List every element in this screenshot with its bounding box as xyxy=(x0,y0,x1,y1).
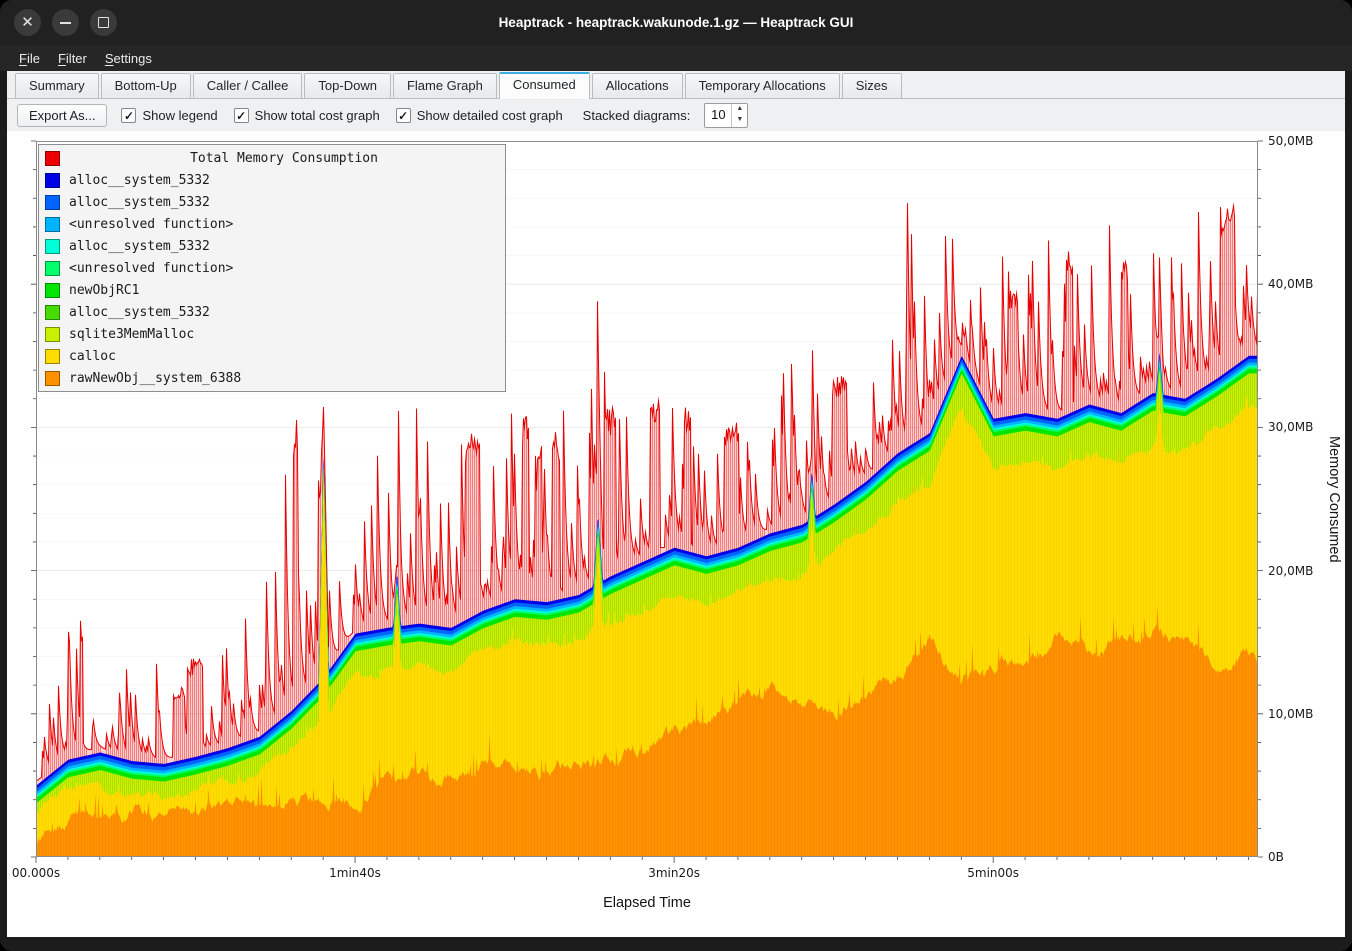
tab-bar: SummaryBottom-UpCaller / CalleeTop-DownF… xyxy=(7,71,1345,99)
tab-temporary-allocations[interactable]: Temporary Allocations xyxy=(685,73,840,98)
checkmark-icon: ✓ xyxy=(121,108,136,123)
chart-legend: Total Memory Consumption alloc__system_53… xyxy=(38,144,506,392)
close-icon: ✕ xyxy=(21,15,34,30)
legend-entry: alloc__system_5332 xyxy=(39,235,505,257)
checkmark-icon: ✓ xyxy=(234,108,249,123)
checkbox-show-legend[interactable]: ✓ Show legend xyxy=(121,108,217,123)
window-controls: ✕ xyxy=(0,9,117,36)
checkbox-label: Show detailed cost graph xyxy=(417,108,563,123)
checkbox-show-total-cost-graph[interactable]: ✓ Show total cost graph xyxy=(234,108,380,123)
legend-label: alloc__system_5332 xyxy=(69,305,210,320)
tab-allocations[interactable]: Allocations xyxy=(592,73,683,98)
legend-entry: calloc xyxy=(39,345,505,367)
legend-label: rawNewObj__system_6388 xyxy=(69,371,241,386)
tab-bottom-up[interactable]: Bottom-Up xyxy=(101,73,191,98)
legend-label: sqlite3MemMalloc xyxy=(69,327,194,342)
legend-label: newObjRC1 xyxy=(69,283,139,298)
legend-label: alloc__system_5332 xyxy=(69,195,210,210)
minimize-button[interactable] xyxy=(52,9,79,36)
legend-title: Total Memory Consumption xyxy=(69,151,499,166)
stacked-diagrams-spinbox[interactable]: 10 ▲ ▼ xyxy=(704,103,748,128)
y-tick-label: 30,0MB xyxy=(1268,420,1313,434)
minimize-icon xyxy=(60,22,71,24)
checkbox-label: Show legend xyxy=(142,108,217,123)
tab-top-down[interactable]: Top-Down xyxy=(304,73,391,98)
legend-swatch xyxy=(45,349,60,364)
y-tick-label: 20,0MB xyxy=(1268,564,1313,578)
tab-flame-graph[interactable]: Flame Graph xyxy=(393,73,497,98)
legend-entry: newObjRC1 xyxy=(39,279,505,301)
export-as-button[interactable]: Export As... xyxy=(17,104,107,127)
tab-summary[interactable]: Summary xyxy=(15,73,99,98)
legend-swatch-total xyxy=(45,151,60,166)
window-content: SummaryBottom-UpCaller / CalleeTop-DownF… xyxy=(7,71,1345,937)
tab-consumed[interactable]: Consumed xyxy=(499,72,590,99)
legend-entry: rawNewObj__system_6388 xyxy=(39,367,505,389)
checkmark-icon: ✓ xyxy=(396,108,411,123)
window-title: Heaptrack - heaptrack.wakunode.1.gz — He… xyxy=(0,15,1352,30)
y-tick-label: 40,0MB xyxy=(1268,277,1313,291)
legend-swatch xyxy=(45,173,60,188)
y-axis-label: Memory Consumed xyxy=(1326,141,1342,857)
legend-entry: sqlite3MemMalloc xyxy=(39,323,505,345)
spin-down-button[interactable]: ▼ xyxy=(732,115,747,127)
legend-entry: alloc__system_5332 xyxy=(39,169,505,191)
menu-bar: File Filter Settings xyxy=(0,45,1352,71)
legend-entry: <unresolved function> xyxy=(39,257,505,279)
menu-filter[interactable]: Filter xyxy=(49,48,96,69)
checkbox-label: Show total cost graph xyxy=(255,108,380,123)
stacked-diagrams-label: Stacked diagrams: xyxy=(583,108,691,123)
x-axis-label: Elapsed Time xyxy=(36,895,1258,911)
menu-file[interactable]: File xyxy=(10,48,49,69)
legend-label: <unresolved function> xyxy=(69,217,233,232)
x-tick-label: 00.000s xyxy=(12,866,60,880)
tab-caller-callee[interactable]: Caller / Callee xyxy=(193,73,303,98)
spinbox-arrows: ▲ ▼ xyxy=(731,104,747,127)
y-tick-label: 10,0MB xyxy=(1268,707,1313,721)
chart-panel: Total Memory Consumption alloc__system_53… xyxy=(7,131,1345,937)
legend-label: <unresolved function> xyxy=(69,261,233,276)
y-tick-label: 50,0MB xyxy=(1268,134,1313,148)
legend-swatch xyxy=(45,217,60,232)
x-tick-label: 3min20s xyxy=(648,866,700,880)
maximize-button[interactable] xyxy=(90,9,117,36)
y-tick-label: 0B xyxy=(1268,850,1284,864)
legend-swatch xyxy=(45,371,60,386)
legend-entry: <unresolved function> xyxy=(39,213,505,235)
spin-up-button[interactable]: ▲ xyxy=(732,104,747,116)
legend-swatch xyxy=(45,239,60,254)
x-tick-label: 1min40s xyxy=(329,866,381,880)
x-tick-label: 5min00s xyxy=(967,866,1019,880)
checkbox-show-detailed-cost-graph[interactable]: ✓ Show detailed cost graph xyxy=(396,108,563,123)
menu-settings[interactable]: Settings xyxy=(96,48,161,69)
app-window: ✕ Heaptrack - heaptrack.wakunode.1.gz — … xyxy=(0,0,1352,951)
close-button[interactable]: ✕ xyxy=(14,9,41,36)
spinbox-value[interactable]: 10 xyxy=(705,104,731,127)
legend-label: calloc xyxy=(69,349,116,364)
titlebar: ✕ Heaptrack - heaptrack.wakunode.1.gz — … xyxy=(0,0,1352,45)
legend-entry: alloc__system_5332 xyxy=(39,191,505,213)
maximize-icon xyxy=(98,17,109,28)
legend-swatch xyxy=(45,305,60,320)
legend-label: alloc__system_5332 xyxy=(69,173,210,188)
legend-swatch xyxy=(45,327,60,342)
legend-label: alloc__system_5332 xyxy=(69,239,210,254)
legend-title-row: Total Memory Consumption xyxy=(39,147,505,169)
checkbox-group: ✓ Show legend ✓ Show total cost graph ✓ Show … xyxy=(121,108,562,123)
legend-swatch xyxy=(45,261,60,276)
legend-swatch xyxy=(45,195,60,210)
legend-swatch xyxy=(45,283,60,298)
tab-sizes[interactable]: Sizes xyxy=(842,73,902,98)
legend-entry: alloc__system_5332 xyxy=(39,301,505,323)
toolbar: Export As... ✓ Show legend ✓ Show total cos… xyxy=(7,99,1345,131)
